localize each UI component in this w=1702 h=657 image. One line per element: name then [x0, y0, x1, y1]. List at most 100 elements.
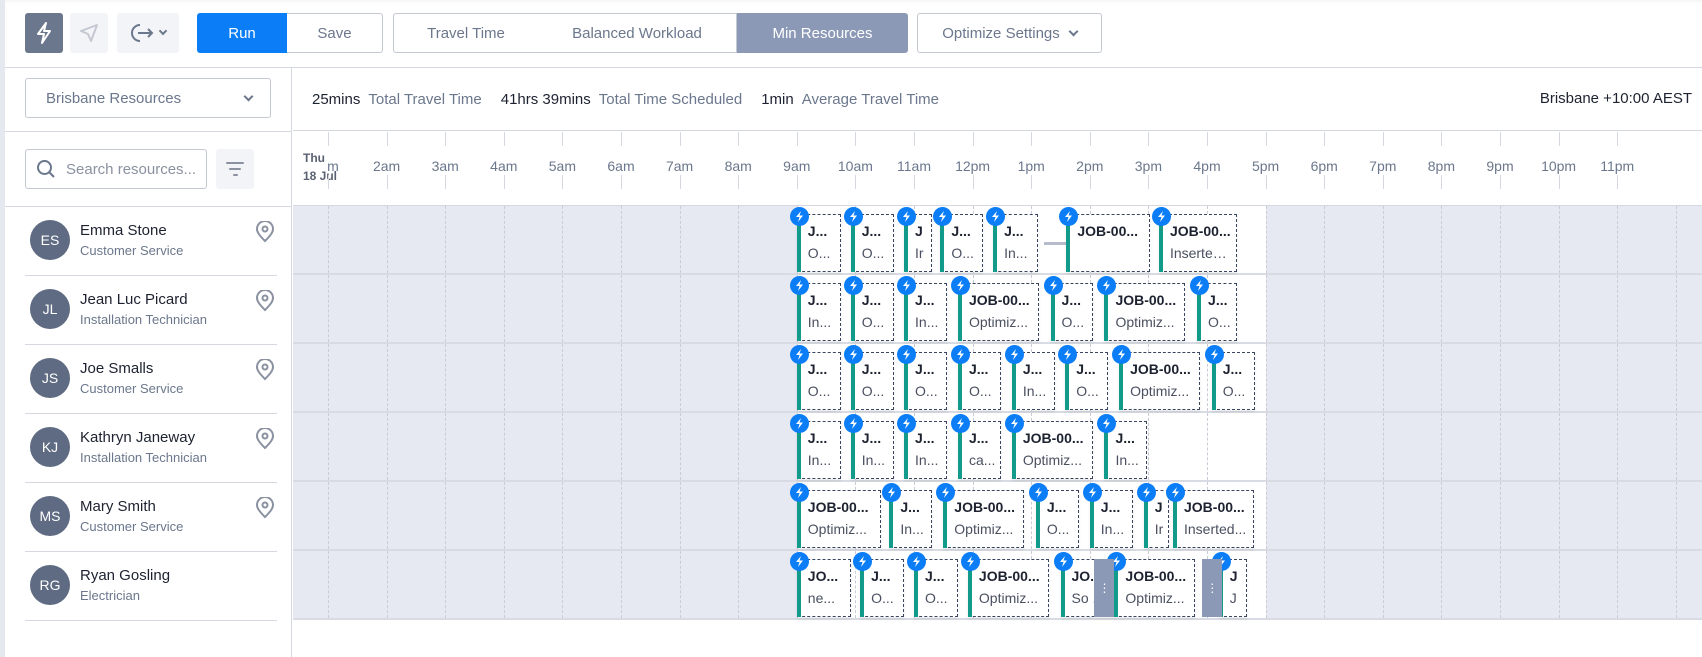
hour-tick	[1441, 175, 1443, 189]
job-card[interactable]: J... In...	[1082, 483, 1133, 548]
toolbar: Run Save Travel Time Balanced Workload M…	[5, 0, 1702, 68]
job-card[interactable]: JOB-00... Inserted...	[1166, 483, 1254, 548]
drag-handle[interactable]: ⋮	[1202, 559, 1223, 617]
hour-label: 9pm	[1486, 158, 1514, 174]
run-button[interactable]: Run	[197, 13, 287, 53]
dispatch-button[interactable]	[25, 13, 63, 53]
job-description: O...	[1208, 314, 1231, 330]
job-card[interactable]: JOB-00... Optimiz...	[936, 483, 1025, 548]
resource-role: Customer Service	[80, 243, 184, 258]
resource-item[interactable]: JL Jean Luc Picard Installation Technician	[25, 276, 277, 345]
lightning-bolt-icon	[1097, 414, 1117, 433]
hour-tick	[445, 175, 447, 189]
resource-role: Electrician	[80, 588, 140, 603]
job-card[interactable]: JOB-00... Optimiz...	[960, 552, 1049, 617]
job-card[interactable]: JOB-00... Optimiz...	[1004, 414, 1093, 479]
exit-dropdown-button[interactable]	[117, 13, 179, 53]
optimize-settings-dropdown[interactable]: Optimize Settings	[917, 13, 1102, 53]
job-card[interactable]: J... O...	[843, 207, 894, 272]
resource-group-select[interactable]: Brisbane Resources	[25, 78, 271, 118]
hour-gridline	[679, 344, 681, 411]
hour-tick	[1382, 132, 1384, 146]
lightning-bolt-icon	[936, 483, 956, 502]
job-id: JOB-00...	[1125, 568, 1187, 584]
location-pin-icon[interactable]	[255, 497, 275, 519]
search-box[interactable]	[25, 149, 207, 189]
job-card[interactable]: JOB-00... Optimiz...	[789, 483, 881, 548]
job-card[interactable]: J Ir	[897, 207, 933, 272]
job-description: Inserted...	[1169, 245, 1232, 261]
job-card[interactable]: J... O...	[1028, 483, 1079, 548]
search-input[interactable]	[66, 160, 206, 178]
job-card[interactable]: J... O...	[1204, 345, 1255, 410]
hour-gridline	[503, 482, 505, 549]
job-card[interactable]: J... In...	[1097, 414, 1148, 479]
job-card[interactable]: J... In...	[897, 414, 947, 479]
hour-tick	[738, 175, 740, 189]
job-card[interactable]: J... O...	[843, 345, 894, 410]
resource-item[interactable]: KJ Kathryn Janeway Installation Technician	[25, 414, 277, 483]
lightning-bolt-icon	[37, 22, 51, 44]
resource-item[interactable]: JS Joe Smalls Customer Service	[25, 345, 277, 414]
job-card[interactable]: J... O...	[933, 207, 984, 272]
job-card[interactable]: J... In...	[789, 276, 842, 341]
resource-item[interactable]: MS Mary Smith Customer Service	[25, 483, 277, 552]
job-card[interactable]: J... In...	[843, 414, 894, 479]
job-id: J	[1154, 499, 1163, 515]
mode-min-resources-button[interactable]: Min Resources	[737, 13, 908, 53]
timeline-row: J... In... J... O... J... In... JOB-00... Optim…	[293, 275, 1702, 344]
job-card[interactable]: J... In...	[1004, 345, 1055, 410]
job-card[interactable]: J... O...	[1190, 276, 1237, 341]
job-card[interactable]: J... O...	[897, 345, 947, 410]
drag-handle[interactable]: ⋮	[1094, 559, 1115, 617]
sort-button[interactable]	[216, 149, 254, 189]
job-description: Optimiz...	[968, 314, 1029, 330]
location-pin-icon[interactable]	[255, 290, 275, 312]
job-card[interactable]: JO... ne...	[789, 552, 852, 617]
job-description: Ir	[1154, 521, 1164, 537]
lightning-bolt-icon	[1112, 345, 1132, 364]
location-pin-icon[interactable]	[255, 428, 275, 450]
job-card[interactable]: JOB-00... Inserted...	[1151, 207, 1237, 272]
job-card[interactable]: J... O...	[1043, 276, 1094, 341]
job-description: Optimiz...	[954, 521, 1014, 537]
chevron-down-icon	[243, 91, 254, 101]
job-card[interactable]: JJ	[1211, 552, 1247, 617]
job-card[interactable]: J... In...	[897, 276, 947, 341]
hour-label: 3am	[431, 158, 459, 174]
lightning-bolt-icon	[789, 483, 809, 502]
mode-balanced-workload-button[interactable]: Balanced Workload	[538, 13, 737, 53]
hour-gridline	[386, 551, 388, 618]
job-card[interactable]: JOB-00... Optimiz...	[1107, 552, 1196, 617]
job-card[interactable]: J... O...	[1058, 345, 1109, 410]
location-pin-icon[interactable]	[255, 221, 275, 243]
job-card[interactable]: J... ca...	[950, 414, 1001, 479]
mode-travel-time-button[interactable]: Travel Time	[393, 13, 539, 53]
hour-tick	[1031, 175, 1033, 189]
job-card[interactable]: J... In...	[986, 207, 1038, 272]
hour-gridline	[445, 551, 447, 618]
job-card[interactable]: J Ir	[1136, 483, 1169, 548]
job-id: J...	[915, 292, 935, 308]
job-card[interactable]: J... In...	[882, 483, 933, 548]
send-button[interactable]	[70, 13, 108, 53]
job-card[interactable]: J... In...	[789, 414, 842, 479]
job-card[interactable]: J... O...	[950, 345, 1001, 410]
resource-item[interactable]: ES Emma Stone Customer Service	[25, 207, 277, 276]
job-card[interactable]: JOB-00... Optimiz...	[950, 276, 1039, 341]
job-card[interactable]: J... O...	[789, 207, 842, 272]
job-card[interactable]: JOB-00...	[1059, 207, 1151, 272]
hour-gridline	[1558, 206, 1560, 273]
job-card[interactable]: J... O...	[789, 345, 842, 410]
job-card[interactable]: JOB-00... Optimiz...	[1112, 345, 1201, 410]
job-card[interactable]: J... O...	[843, 276, 894, 341]
save-button[interactable]: Save	[287, 13, 383, 53]
job-card[interactable]: J... O...	[907, 552, 959, 617]
resource-item[interactable]: RG Ryan Gosling Electrician	[25, 552, 277, 621]
hour-gridline	[503, 551, 505, 618]
job-card[interactable]: JOB-00... Optimiz...	[1097, 276, 1186, 341]
location-pin-icon[interactable]	[255, 359, 275, 381]
hour-gridline	[1324, 206, 1326, 273]
job-card[interactable]: J... O...	[853, 552, 905, 617]
total-travel-time-value: 25mins	[312, 90, 361, 108]
